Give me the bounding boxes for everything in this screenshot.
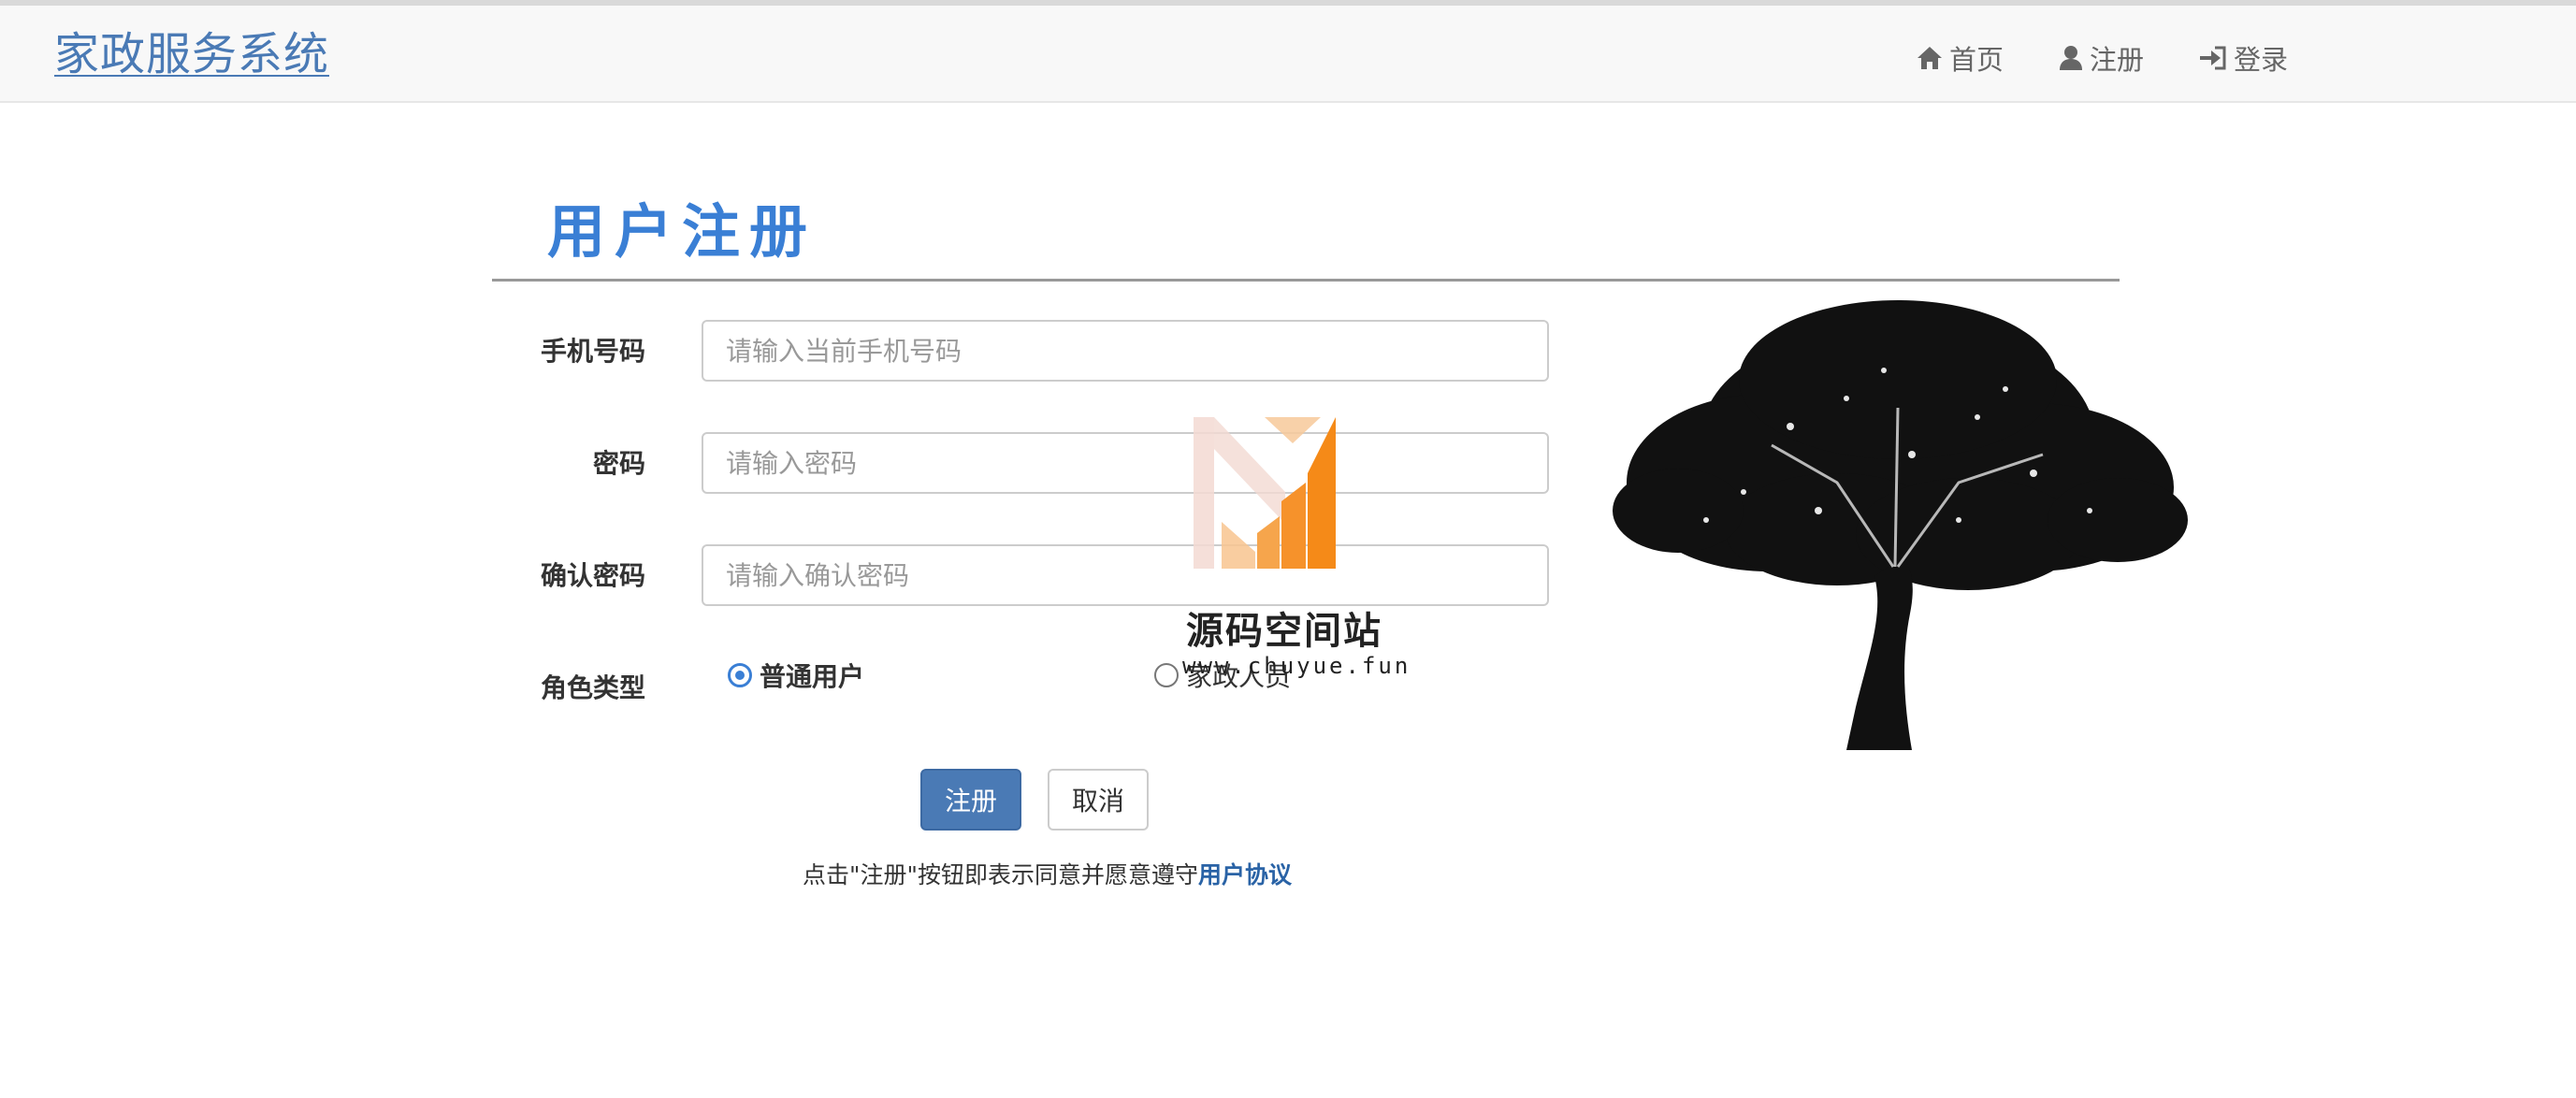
watermark-url: www.chuyue.fun bbox=[1182, 653, 1411, 679]
nav-register-link[interactable]: 注册 bbox=[2058, 37, 2144, 79]
agreement-text: 点击"注册"按钮即表示同意并愿意遵守 bbox=[803, 861, 1198, 889]
nav-home-link[interactable]: 首页 bbox=[1916, 37, 2004, 79]
phone-label: 手机号码 bbox=[540, 336, 645, 367]
login-icon bbox=[2200, 46, 2226, 70]
cancel-button[interactable]: 取消 bbox=[1048, 769, 1149, 831]
brand-link[interactable]: 家政服务系统 bbox=[54, 24, 329, 84]
register-button[interactable]: 注册 bbox=[920, 769, 1021, 831]
nav-home-label: 首页 bbox=[1949, 44, 2004, 76]
role-option-label: 普通用户 bbox=[760, 661, 865, 692]
role-radio-normal-user[interactable]: 普通用户 bbox=[728, 655, 864, 696]
agreement-note: 点击"注册"按钮即表示同意并愿意遵守用户协议 bbox=[803, 859, 1292, 892]
home-icon bbox=[1918, 47, 1942, 69]
confirm-password-input[interactable] bbox=[702, 544, 1549, 606]
radio-unchecked-icon bbox=[1154, 663, 1179, 687]
confirm-password-label: 确认密码 bbox=[540, 560, 645, 591]
tree-illustration bbox=[1613, 300, 2188, 750]
nav-register-label: 注册 bbox=[2090, 44, 2145, 76]
page-title: 用户注册 bbox=[547, 197, 818, 266]
user-icon bbox=[2060, 46, 2082, 70]
radio-checked-icon bbox=[728, 663, 752, 687]
nav-login-label: 登录 bbox=[2234, 44, 2289, 76]
password-label: 密码 bbox=[592, 448, 645, 479]
watermark-title: 源码空间站 bbox=[1186, 610, 1382, 653]
title-divider bbox=[492, 279, 2120, 282]
password-input[interactable] bbox=[702, 432, 1549, 494]
nav-login-link[interactable]: 登录 bbox=[2198, 37, 2288, 79]
phone-input[interactable] bbox=[702, 320, 1549, 382]
user-agreement-link[interactable]: 用户协议 bbox=[1198, 861, 1292, 889]
navbar: 家政服务系统 首页 注册 登录 bbox=[0, 6, 2576, 103]
role-label: 角色类型 bbox=[540, 672, 645, 703]
